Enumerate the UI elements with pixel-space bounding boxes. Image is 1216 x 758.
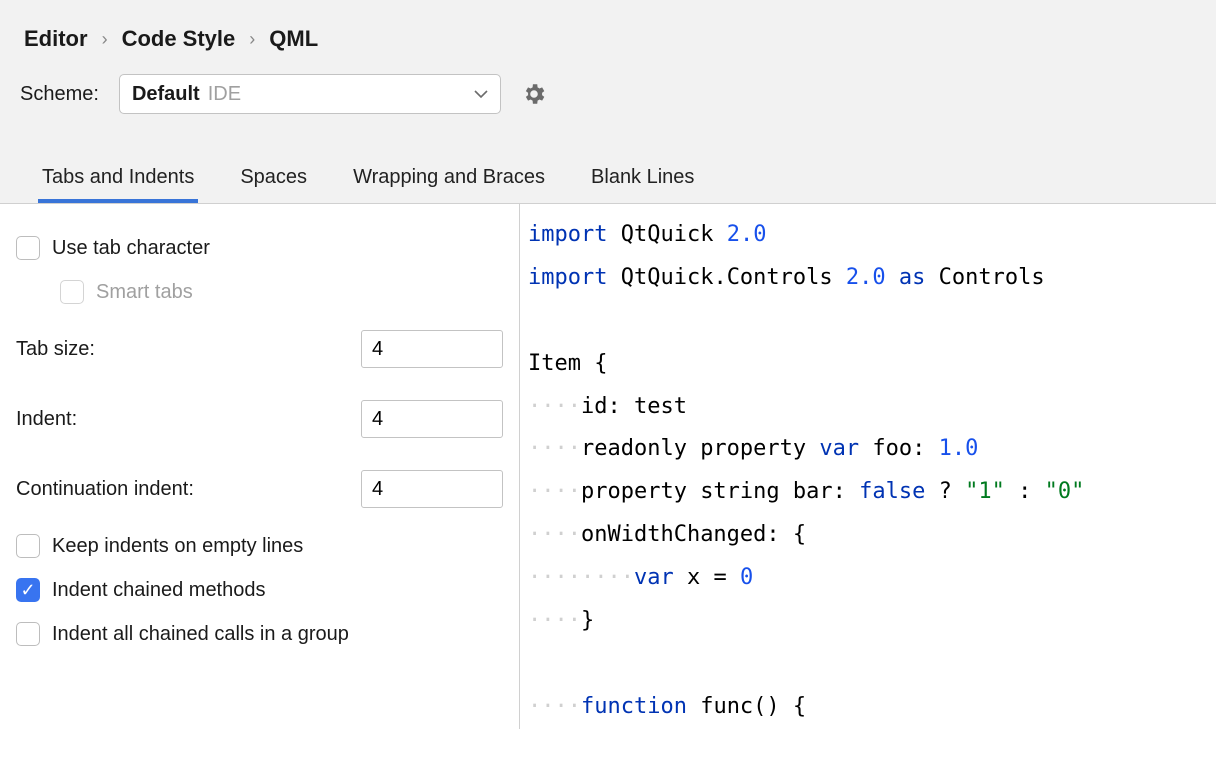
scheme-select[interactable]: Default IDE bbox=[119, 74, 501, 114]
continuation-indent-label: Continuation indent: bbox=[16, 478, 194, 501]
options-panel: Use tab character Smart tabs Tab size: I… bbox=[0, 204, 520, 729]
option-indent-all-chained-group[interactable]: Indent all chained calls in a group bbox=[16, 612, 503, 656]
scheme-selected-sub: IDE bbox=[208, 83, 241, 106]
tab-size-label: Tab size: bbox=[16, 338, 95, 361]
tabs: Tabs and Indents Spaces Wrapping and Brace… bbox=[20, 158, 1196, 203]
tab-size-input[interactable] bbox=[361, 330, 503, 368]
option-keep-indents-empty[interactable]: Keep indents on empty lines bbox=[16, 524, 503, 568]
checkbox[interactable] bbox=[16, 622, 40, 646]
tab-blank-lines[interactable]: Blank Lines bbox=[587, 158, 698, 203]
checkbox-label: Smart tabs bbox=[96, 281, 193, 304]
checkbox[interactable] bbox=[16, 236, 40, 260]
option-use-tab-character[interactable]: Use tab character bbox=[16, 226, 503, 270]
tab-wrapping-and-braces[interactable]: Wrapping and Braces bbox=[349, 158, 549, 203]
breadcrumb-item[interactable]: Editor bbox=[24, 26, 88, 52]
checkbox[interactable] bbox=[16, 534, 40, 558]
checkbox bbox=[60, 280, 84, 304]
checkbox-label: Use tab character bbox=[52, 237, 210, 260]
indent-input[interactable] bbox=[361, 400, 503, 438]
tab-spaces[interactable]: Spaces bbox=[236, 158, 311, 203]
breadcrumb-item[interactable]: QML bbox=[269, 26, 318, 52]
gear-icon[interactable] bbox=[521, 81, 547, 107]
option-smart-tabs: Smart tabs bbox=[16, 270, 503, 314]
breadcrumb: Editor › Code Style › QML bbox=[20, 18, 1196, 74]
checkbox-label: Keep indents on empty lines bbox=[52, 535, 303, 558]
chevron-right-icon: › bbox=[249, 29, 255, 50]
code-preview: import QtQuick 2.0import QtQuick.Control… bbox=[520, 204, 1216, 729]
option-indent-chained-methods[interactable]: Indent chained methods bbox=[16, 568, 503, 612]
scheme-selected-name: Default bbox=[132, 83, 200, 106]
checkbox-label: Indent chained methods bbox=[52, 579, 266, 602]
continuation-indent-input[interactable] bbox=[361, 470, 503, 508]
tab-tabs-and-indents[interactable]: Tabs and Indents bbox=[38, 158, 198, 203]
indent-label: Indent: bbox=[16, 408, 77, 431]
checkbox[interactable] bbox=[16, 578, 40, 602]
chevron-down-icon bbox=[474, 89, 488, 99]
scheme-label: Scheme: bbox=[20, 83, 99, 106]
breadcrumb-item[interactable]: Code Style bbox=[122, 26, 236, 52]
checkbox-label: Indent all chained calls in a group bbox=[52, 623, 349, 646]
chevron-right-icon: › bbox=[102, 29, 108, 50]
